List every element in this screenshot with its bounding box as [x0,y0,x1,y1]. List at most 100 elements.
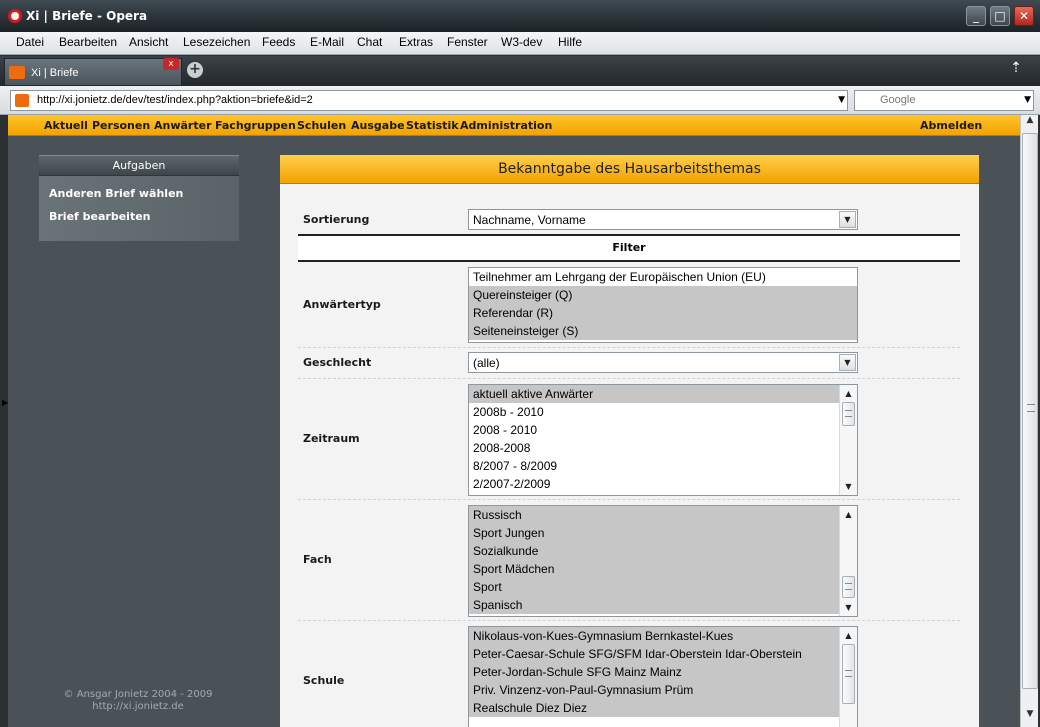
scroll-up-icon[interactable]: ▲ [840,385,857,402]
browser-window: Xi | Briefe - Opera _ □ ✕ Datei Bearbeit… [0,0,1040,727]
schule-option[interactable]: Priv. Vinzenz-von-Paul-Gymnasium Prüm [469,681,857,699]
page-scrollbar[interactable]: ▲ ▼ [1020,115,1038,727]
fach-option[interactable]: Russisch [469,506,857,524]
panel-toggle-icon[interactable]: ▶ [2,398,8,408]
choose-other-letter-link[interactable]: Anderen Brief wählen [49,187,183,200]
fach-listbox[interactable]: Russisch Sport Jungen Sozialkunde Sport Mäd… [468,505,858,617]
geschlecht-label: Geschlecht [303,356,372,369]
schule-listbox[interactable]: Nikolaus-von-Kues-Gymnasium Bernkastel-K… [468,626,858,727]
anwaerter-option[interactable]: Teilnehmer am Lehrgang der Europäischen … [469,268,857,286]
nav-anwaerter[interactable]: Anwärter [154,119,212,132]
edit-letter-link[interactable]: Brief bearbeiten [49,210,151,223]
scroll-down-icon[interactable]: ▼ [840,478,857,495]
schule-option[interactable]: Peter-Caesar-Schule SFG/SFM Idar-Oberste… [469,645,857,663]
scroll-up-icon[interactable]: ▲ [840,627,857,644]
schule-option[interactable]: Peter-Jordan-Schule SFG Mainz Mainz [469,663,857,681]
fach-label: Fach [303,553,332,566]
zeitraum-option[interactable]: 2008-2008 [469,439,857,457]
menu-email[interactable]: E-Mail [310,35,344,49]
zeitraum-option[interactable]: aktuell aktive Anwärter [469,385,857,403]
anwaerter-label: Anwärtertyp [303,298,381,311]
nav-administration[interactable]: Administration [460,119,552,132]
search-field[interactable]: Google ▼ [854,90,1034,111]
address-dropdown-icon[interactable]: ▼ [838,95,845,105]
zeitraum-option[interactable]: 8/2007 - 8/2009 [469,457,857,475]
zeitraum-scrollbar[interactable]: ▲ ▼ [839,385,857,495]
scroll-down-icon[interactable]: ▼ [840,599,857,616]
site-favicon-icon [9,66,25,79]
zeitraum-listbox[interactable]: aktuell aktive Anwärter 2008b - 2010 2008 … [468,384,858,496]
search-placeholder: Google [880,94,916,106]
chevron-down-icon[interactable]: ▼ [839,211,856,228]
close-window-button[interactable]: ✕ [1014,6,1034,26]
new-tab-icon[interactable]: + [187,62,203,78]
zeitraum-option[interactable]: 2008 - 2010 [469,421,857,439]
nav-statistik[interactable]: Statistik [406,119,459,132]
site-identity-icon [15,94,29,107]
geschlecht-select[interactable]: (alle) ▼ [468,352,858,373]
page-scroll-thumb[interactable] [1022,133,1038,689]
scroll-down-icon[interactable]: ▼ [1021,709,1039,726]
title-bar: Xi | Briefe - Opera _ □ ✕ [0,0,1040,32]
page-title: Bekanntgabe des Hausarbeitsthemas [280,155,979,184]
zeitraum-option[interactable]: 2008b - 2010 [469,403,857,421]
grip-icon [845,410,852,417]
schule-option[interactable]: Nikolaus-von-Kues-Gymnasium Bernkastel-K… [469,627,857,645]
tab-close-icon[interactable]: x [163,58,179,70]
fach-option[interactable]: Spanisch [469,596,857,614]
menu-bar: Datei Bearbeiten Ansicht Lesezeichen Fee… [0,32,1040,55]
sort-value: Nachname, Vorname [473,213,586,227]
nav-schulen[interactable]: Schulen [297,119,346,132]
search-dropdown-icon[interactable]: ▼ [1024,95,1031,105]
address-field[interactable]: http://xi.jonietz.de/dev/test/index.php?… [10,90,848,111]
tab-menu-icon[interactable]: ⇡ [996,60,1036,84]
scroll-thumb[interactable] [842,402,855,426]
anwaerter-option[interactable]: Seiteneinsteiger (S) [469,322,857,340]
schule-scrollbar[interactable]: ▲ [839,627,857,727]
menu-hilfe[interactable]: Hilfe [558,35,582,49]
zeitraum-option[interactable]: 2/2007-2/2009 [469,475,857,493]
row-divider [298,378,960,379]
grip-icon [1027,404,1035,412]
scroll-thumb[interactable] [842,644,855,704]
schule-option[interactable]: Realschule Diez Diez [469,699,857,717]
chevron-down-icon[interactable]: ▼ [839,354,856,371]
nav-aktuell[interactable]: Aktuell [44,119,88,132]
sort-select[interactable]: Nachname, Vorname ▼ [468,209,858,230]
tab-xi-briefe[interactable]: Xi | Briefe x [4,58,182,85]
menu-datei[interactable]: Datei [16,35,44,49]
minimize-button[interactable]: _ [966,6,986,26]
anwaerter-option[interactable]: Quereinsteiger (Q) [469,286,857,304]
grip-icon [845,670,852,677]
fach-option[interactable]: Sport Jungen [469,524,857,542]
filter-heading: Filter [298,234,960,262]
scroll-thumb[interactable] [842,576,855,598]
nav-personen[interactable]: Personen [92,119,150,132]
menu-ansicht[interactable]: Ansicht [129,35,168,49]
scroll-up-icon[interactable]: ▲ [1021,115,1039,132]
web-page: Aktuell Personen Anwärter Fachgruppen Sc… [8,115,1020,727]
fach-scrollbar[interactable]: ▲ ▼ [839,506,857,616]
fach-option[interactable]: Sport Mädchen [469,560,857,578]
fach-option[interactable]: Sport [469,578,857,596]
anwaerter-option[interactable]: Referendar (R) [469,304,857,322]
menu-chat[interactable]: Chat [357,35,382,49]
menu-bearbeiten[interactable]: Bearbeiten [59,35,117,49]
menu-extras[interactable]: Extras [399,35,433,49]
tab-bar: Xi | Briefe x + ⇡ [0,56,1040,86]
menu-lesezeichen[interactable]: Lesezeichen [183,35,250,49]
copyright-footer: © Ansgar Jonietz 2004 - 2009 http://xi.j… [48,689,228,713]
nav-fachgruppen[interactable]: Fachgruppen [215,119,296,132]
nav-ausgabe[interactable]: Ausgabe [351,119,405,132]
scroll-up-icon[interactable]: ▲ [840,506,857,523]
fach-option[interactable]: Sozialkunde [469,542,857,560]
grip-icon [845,583,852,590]
menu-w3dev[interactable]: W3-dev [501,35,542,49]
menu-feeds[interactable]: Feeds [262,35,295,49]
anwaerter-listbox[interactable]: Teilnehmer am Lehrgang der Europäischen … [468,267,858,343]
maximize-button[interactable]: □ [990,6,1010,26]
nav-abmelden[interactable]: Abmelden [920,119,982,132]
menu-fenster[interactable]: Fenster [447,35,488,49]
sort-label: Sortierung [303,213,370,226]
copyright-text: © Ansgar Jonietz 2004 - 2009 [63,689,213,700]
